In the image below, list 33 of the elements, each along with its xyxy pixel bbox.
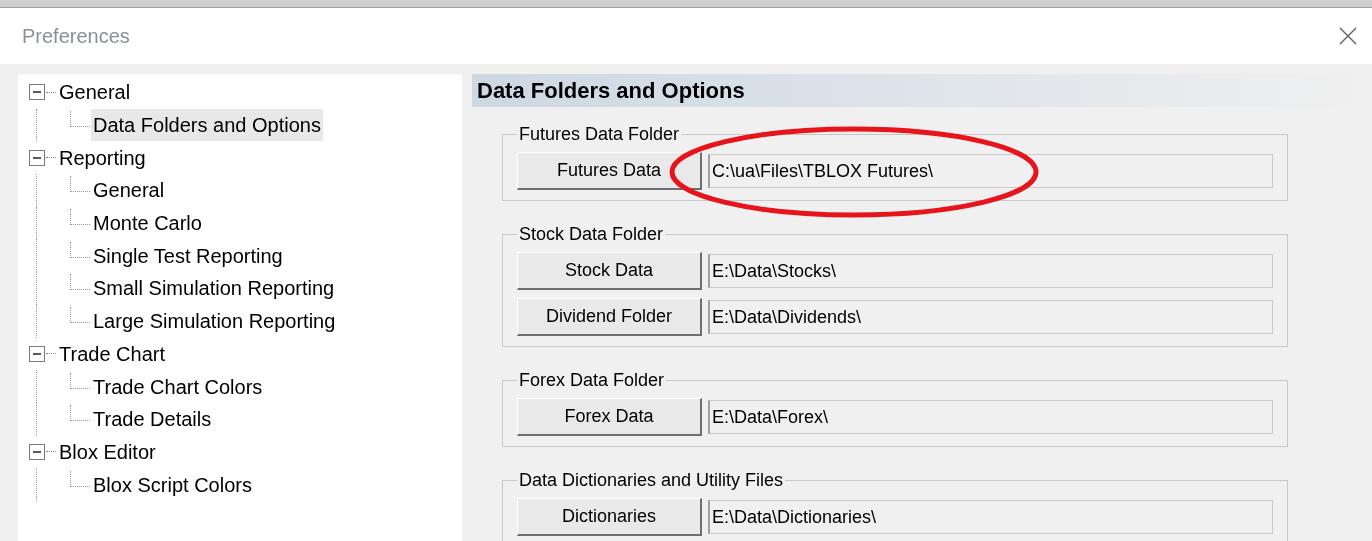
- tree-item[interactable]: Trade Chart: [58, 338, 166, 369]
- folder-button[interactable]: Stock Data: [517, 252, 702, 290]
- tree-item[interactable]: Single Test Reporting: [91, 239, 285, 272]
- group-label: Data Dictionaries and Utility Files: [518, 469, 785, 492]
- tree-item[interactable]: Trade Chart Colors: [91, 370, 265, 403]
- collapse-icon[interactable]: [28, 344, 46, 363]
- tree-item[interactable]: Small Simulation Reporting: [91, 272, 337, 305]
- collapse-icon[interactable]: [28, 148, 46, 167]
- tree-item[interactable]: Trade Details: [91, 403, 214, 436]
- path-field[interactable]: C:\ua\Files\TBLOX Futures\: [708, 154, 1273, 188]
- folder-button[interactable]: Dictionaries: [517, 498, 702, 536]
- path-field[interactable]: E:\Data\Stocks\: [708, 254, 1273, 288]
- folder-button[interactable]: Dividend Folder: [517, 298, 702, 336]
- group-label: Forex Data Folder: [518, 369, 666, 392]
- folder-button[interactable]: Futures Data: [517, 152, 702, 190]
- tree-item[interactable]: Blox Script Colors: [91, 468, 254, 501]
- folder-button[interactable]: Forex Data: [517, 398, 702, 436]
- group-label: Stock Data Folder: [518, 223, 665, 246]
- path-field[interactable]: E:\Data\Forex\: [708, 400, 1273, 434]
- path-field[interactable]: E:\Data\Dictionaries\: [708, 500, 1273, 534]
- path-field[interactable]: E:\Data\Dividends\: [708, 300, 1273, 334]
- window-title: Preferences: [22, 24, 130, 49]
- collapse-icon[interactable]: [28, 83, 46, 102]
- tree-item[interactable]: General: [91, 174, 167, 207]
- collapse-icon[interactable]: [28, 442, 46, 461]
- tree-item[interactable]: Large Simulation Reporting: [91, 305, 338, 338]
- close-icon[interactable]: [1338, 26, 1358, 46]
- tree-item[interactable]: Monte Carlo: [91, 207, 204, 240]
- tree-item[interactable]: Reporting: [58, 142, 147, 173]
- tree-item[interactable]: General: [58, 77, 132, 108]
- tree-item[interactable]: Data Folders and Options: [91, 109, 323, 142]
- group-label: Futures Data Folder: [518, 123, 681, 146]
- tree-item[interactable]: Blox Editor: [58, 436, 157, 467]
